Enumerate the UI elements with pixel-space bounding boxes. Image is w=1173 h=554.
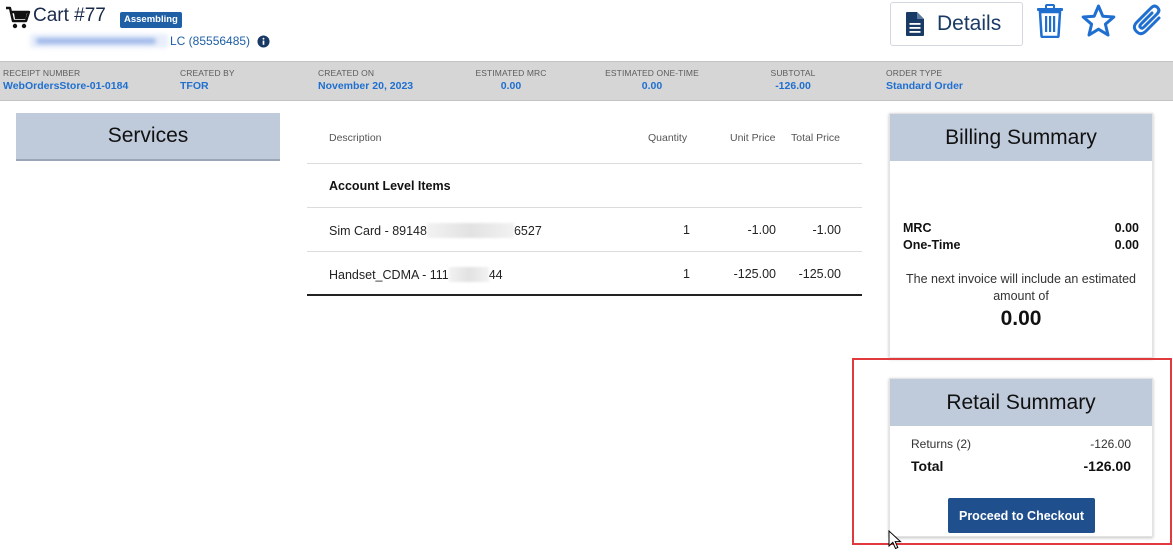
account-name-redacted[interactable] <box>30 34 168 48</box>
billing-mrc-line: MRC 0.00 <box>903 221 1139 235</box>
star-icon[interactable] <box>1081 4 1116 38</box>
document-icon <box>906 12 924 36</box>
info-estimated-mrc: ESTIMATED MRC 0.00 <box>471 68 551 92</box>
returns-line: Returns (2) -126.00 <box>911 437 1131 451</box>
cart-header: Cart #77 Assembling LC (85556485) Detail… <box>0 0 1173 60</box>
account-link[interactable]: LC (85556485) <box>170 34 250 48</box>
info-created-by: CREATED BY TFOR <box>180 68 235 92</box>
services-panel-header: Services <box>16 113 280 161</box>
returns-label: Returns (2) <box>911 437 972 451</box>
paperclip-icon[interactable] <box>1131 4 1167 38</box>
details-button[interactable]: Details <box>890 2 1023 46</box>
retail-summary-card: Retail Summary Returns (2) -126.00 Total… <box>889 378 1153 537</box>
table-row[interactable]: Sim Card - 89148 6527 1 -1.00 -1.00 <box>307 208 862 252</box>
subtotal-value: -126.00 <box>775 80 811 92</box>
col-quantity: Quantity <box>648 132 688 144</box>
retail-summary-title: Retail Summary <box>890 379 1152 426</box>
group-label: Account Level Items <box>329 179 451 193</box>
mrc-label: MRC <box>903 221 932 235</box>
redacted-text <box>448 267 489 282</box>
item-total-price: -125.00 <box>798 267 841 281</box>
order-type-value: Standard Order <box>886 80 964 92</box>
estimated-one-time-value: 0.00 <box>641 80 663 92</box>
status-badge: Assembling <box>120 12 182 28</box>
redacted-text <box>426 223 514 238</box>
details-label: Details <box>937 12 1002 35</box>
info-estimated-one-time: ESTIMATED ONE-TIME 0.00 <box>600 68 704 92</box>
info-order-type: ORDER TYPE Standard Order <box>886 68 964 92</box>
total-label: Total <box>911 458 944 474</box>
billing-summary-card: Billing Summary MRC 0.00 One-Time 0.00 T… <box>889 113 1153 358</box>
total-line: Total -126.00 <box>911 458 1131 474</box>
one-time-value: 0.00 <box>1114 238 1139 252</box>
info-created-on: CREATED ON November 20, 2023 <box>318 68 414 92</box>
estimated-mrc-value: 0.00 <box>500 80 522 92</box>
billing-summary-title: Billing Summary <box>890 114 1152 161</box>
item-description: Handset_CDMA - 111 44 <box>329 267 503 282</box>
items-table: Description Quantity Unit Price Total Pr… <box>307 113 862 296</box>
item-quantity: 1 <box>683 267 690 281</box>
mrc-value: 0.00 <box>1114 221 1139 235</box>
order-info-bar: RECEIPT NUMBER WebOrdersStore-01-0184 CR… <box>0 61 1173 101</box>
col-total-price: Total Price <box>791 132 841 144</box>
billing-estimated-amount: 0.00 <box>1000 307 1042 330</box>
one-time-label: One-Time <box>903 238 961 252</box>
group-row: Account Level Items <box>307 164 862 208</box>
mouse-cursor-icon <box>888 530 902 550</box>
item-unit-price: -125.00 <box>733 267 776 281</box>
trash-icon[interactable] <box>1036 4 1064 38</box>
info-receipt-number: RECEIPT NUMBER WebOrdersStore-01-0184 <box>3 68 129 92</box>
item-quantity: 1 <box>683 223 690 237</box>
created-on-value: November 20, 2023 <box>318 80 414 92</box>
cart-title: Cart #77 <box>33 5 106 26</box>
returns-value: -126.00 <box>1090 437 1131 451</box>
billing-note: The next invoice will include an estimat… <box>906 272 1136 303</box>
info-subtotal: SUBTOTAL -126.00 <box>758 68 828 92</box>
item-unit-price: -1.00 <box>747 223 777 237</box>
created-by-value[interactable]: TFOR <box>180 80 235 92</box>
table-row[interactable]: Handset_CDMA - 111 44 1 -125.00 -125.00 <box>307 252 862 296</box>
total-value: -126.00 <box>1083 458 1131 474</box>
proceed-to-checkout-button[interactable]: Proceed to Checkout <box>948 498 1095 533</box>
receipt-number-link[interactable]: WebOrdersStore-01-0184 <box>3 80 128 92</box>
table-header-row: Description Quantity Unit Price Total Pr… <box>307 113 862 164</box>
billing-one-time-line: One-Time 0.00 <box>903 238 1139 252</box>
cart-icon <box>6 6 31 29</box>
info-icon[interactable] <box>257 35 270 48</box>
col-unit-price: Unit Price <box>730 132 776 144</box>
item-description: Sim Card - 89148 6527 <box>329 223 542 238</box>
col-description: Description <box>329 132 382 144</box>
item-total-price: -1.00 <box>812 223 842 237</box>
